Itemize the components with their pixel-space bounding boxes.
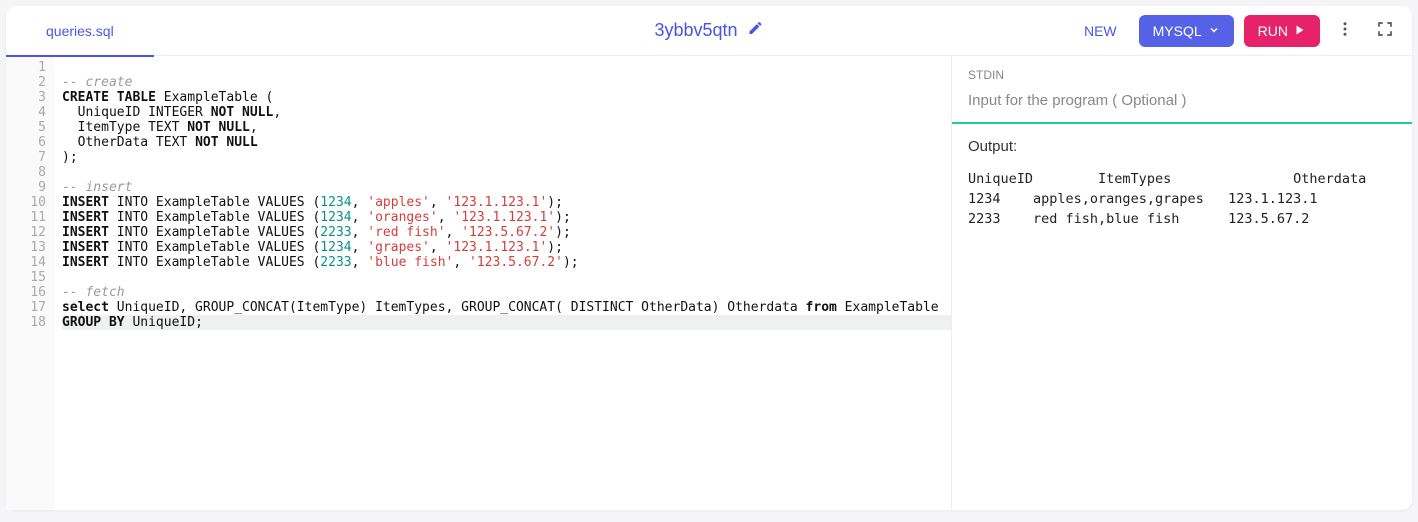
code-line[interactable]: -- fetch <box>62 285 951 300</box>
output-label: Output: <box>968 138 1396 155</box>
more-button[interactable] <box>1330 14 1360 47</box>
code-line[interactable]: -- create <box>62 75 951 90</box>
line-number: 14 <box>6 255 46 270</box>
code-line[interactable]: INSERT INTO ExampleTable VALUES (1234, '… <box>62 210 951 225</box>
page-title: 3ybbv5qtn <box>654 20 737 41</box>
lang-select-label: MYSQL <box>1153 23 1202 39</box>
code-line[interactable]: -- insert <box>62 180 951 195</box>
stdin-section: STDIN <box>952 56 1412 124</box>
code-line[interactable]: INSERT INTO ExampleTable VALUES (2233, '… <box>62 225 951 240</box>
toolbar-right: NEW MYSQL RUN <box>1072 14 1400 47</box>
fullscreen-button[interactable] <box>1370 14 1400 47</box>
toolbar: queries.sql 3ybbv5qtn NEW MYSQL RUN <box>6 6 1412 56</box>
right-panel: STDIN Output: UniqueID ItemTypes Otherda… <box>952 56 1412 510</box>
line-number: 10 <box>6 195 46 210</box>
file-tab[interactable]: queries.sql <box>6 7 154 57</box>
line-number: 4 <box>6 105 46 120</box>
line-number: 1 <box>6 60 46 75</box>
code-content[interactable]: -- createCREATE TABLE ExampleTable ( Uni… <box>54 56 951 510</box>
line-number: 3 <box>6 90 46 105</box>
code-line[interactable] <box>62 60 951 75</box>
line-number: 9 <box>6 180 46 195</box>
file-tab-label: queries.sql <box>46 23 114 39</box>
line-number: 17 <box>6 300 46 315</box>
fullscreen-icon <box>1376 20 1394 41</box>
code-line[interactable]: UniqueID INTEGER NOT NULL, <box>62 105 951 120</box>
code-line[interactable]: CREATE TABLE ExampleTable ( <box>62 90 951 105</box>
code-line[interactable]: GROUP BY UniqueID; <box>62 315 951 330</box>
line-number: 18 <box>6 315 46 330</box>
run-button-label: RUN <box>1258 23 1288 39</box>
output-section: Output: UniqueID ItemTypes Otherdata 123… <box>952 124 1412 510</box>
code-editor[interactable]: 123456789101112131415161718 -- createCRE… <box>6 56 952 510</box>
title-wrap: 3ybbv5qtn <box>654 20 763 41</box>
run-button[interactable]: RUN <box>1244 15 1320 47</box>
app-container: queries.sql 3ybbv5qtn NEW MYSQL RUN <box>6 6 1412 510</box>
line-number: 2 <box>6 75 46 90</box>
lang-select-button[interactable]: MYSQL <box>1139 15 1234 47</box>
new-button[interactable]: NEW <box>1072 15 1129 47</box>
code-line[interactable]: select UniqueID, GROUP_CONCAT(ItemType) … <box>62 300 951 315</box>
line-number: 12 <box>6 225 46 240</box>
line-number: 6 <box>6 135 46 150</box>
line-number: 11 <box>6 210 46 225</box>
code-line[interactable] <box>62 165 951 180</box>
line-gutter: 123456789101112131415161718 <box>6 56 54 510</box>
line-number: 15 <box>6 270 46 285</box>
stdin-input[interactable] <box>968 92 1396 109</box>
play-icon <box>1294 23 1306 39</box>
edit-icon[interactable] <box>748 20 764 41</box>
line-number: 13 <box>6 240 46 255</box>
code-line[interactable]: OtherData TEXT NOT NULL <box>62 135 951 150</box>
line-number: 16 <box>6 285 46 300</box>
code-line[interactable]: ItemType TEXT NOT NULL, <box>62 120 951 135</box>
main-area: 123456789101112131415161718 -- createCRE… <box>6 56 1412 510</box>
chevron-down-icon <box>1208 23 1220 39</box>
line-number: 8 <box>6 165 46 180</box>
code-line[interactable]: INSERT INTO ExampleTable VALUES (2233, '… <box>62 255 951 270</box>
output-text: UniqueID ItemTypes Otherdata 1234 apples… <box>968 169 1396 229</box>
line-number: 7 <box>6 150 46 165</box>
code-line[interactable]: ); <box>62 150 951 165</box>
new-button-label: NEW <box>1084 23 1117 39</box>
code-line[interactable]: INSERT INTO ExampleTable VALUES (1234, '… <box>62 195 951 210</box>
line-number: 5 <box>6 120 46 135</box>
stdin-label: STDIN <box>968 68 1396 82</box>
code-line[interactable] <box>62 270 951 285</box>
more-vertical-icon <box>1336 20 1354 41</box>
code-line[interactable]: INSERT INTO ExampleTable VALUES (1234, '… <box>62 240 951 255</box>
